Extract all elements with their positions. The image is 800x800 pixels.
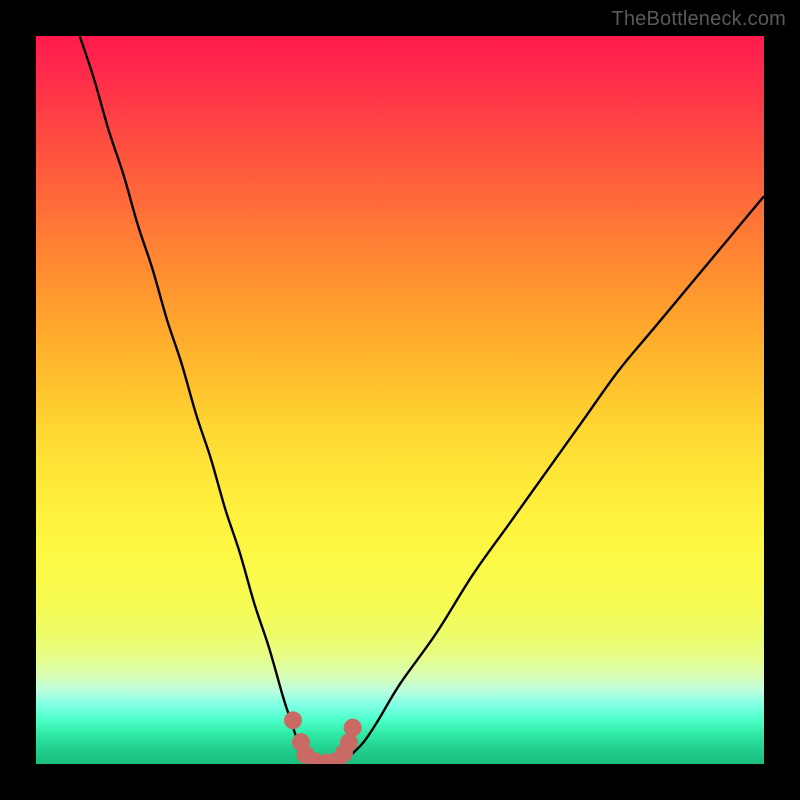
curve-layer bbox=[36, 36, 764, 764]
watermark-text: TheBottleneck.com bbox=[611, 8, 786, 31]
chart-frame: TheBottleneck.com bbox=[0, 0, 800, 800]
minimum-marker bbox=[284, 711, 302, 729]
plot-area bbox=[36, 36, 764, 764]
curve-path bbox=[80, 36, 764, 764]
minimum-marker-group bbox=[284, 711, 362, 764]
minimum-marker bbox=[344, 719, 362, 737]
bottleneck-curve bbox=[80, 36, 764, 764]
